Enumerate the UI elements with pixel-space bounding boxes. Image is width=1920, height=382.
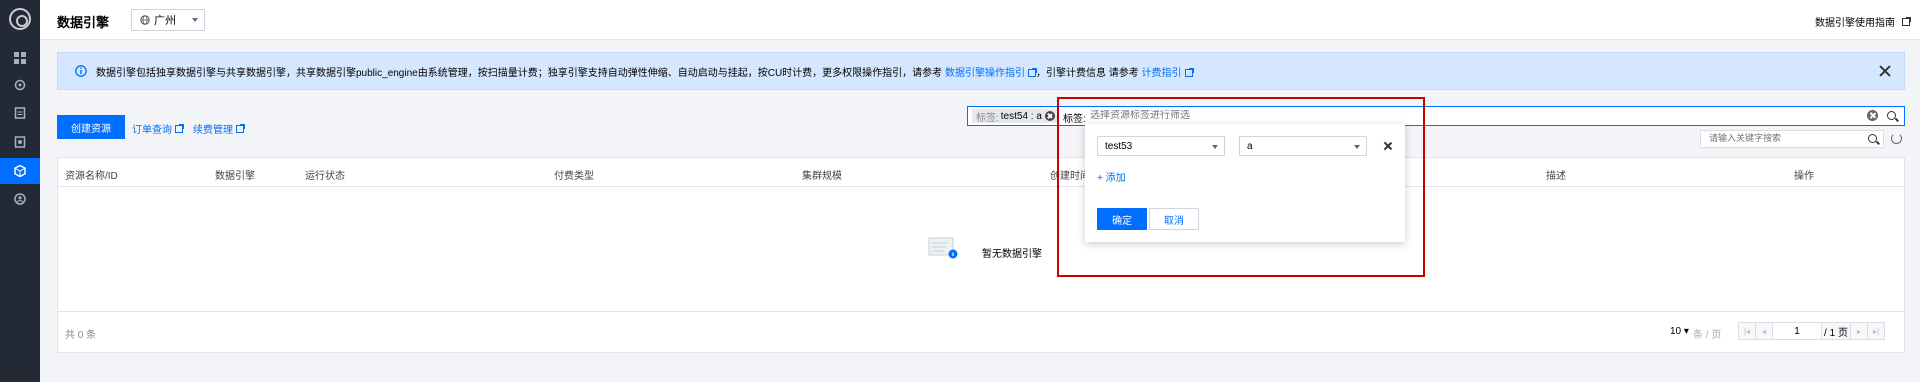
document-icon[interactable] [0, 100, 40, 126]
table-footer: 共 0 条 10 ▾ 条 / 页 |◂ ◂ / 1 页 ▸ ▸| [58, 311, 1904, 353]
external-link-icon [175, 123, 184, 133]
engine-guide-link[interactable]: 数据引擎操作指引 [944, 67, 1037, 79]
next-page-button[interactable]: ▸ [1850, 322, 1868, 340]
page-size-select[interactable]: 10 ▾ [1670, 326, 1689, 337]
refresh-icon[interactable] [1891, 133, 1902, 144]
info-icon [75, 65, 87, 77]
first-page-button[interactable]: |◂ [1738, 322, 1756, 340]
col-data-engine: 数据引擎 [215, 171, 255, 182]
tag-chip[interactable]: 标签: test54 : a [972, 109, 1058, 124]
resource-table: 资源名称/ID 数据引擎 运行状态 付费类型 集群规模 创建时间 描述 操作 暂… [57, 157, 1905, 353]
region-select[interactable]: 广州 [131, 9, 205, 31]
billing-guide-label: 计费指引 [1141, 67, 1182, 79]
notice-banner: 数据引擎包括独享数据引擎与共享数据引擎，共享数据引擎public_engine由… [57, 52, 1905, 90]
external-link-icon [1027, 67, 1037, 77]
order-query-label: 订单查询 [132, 125, 172, 136]
col-resource-name: 资源名称/ID [65, 171, 118, 182]
page-title: 数据引擎 [57, 15, 110, 30]
guide-link[interactable]: 数据引擎使用指南 [1815, 14, 1911, 29]
clear-icon[interactable] [1867, 110, 1878, 121]
sidebar [0, 0, 40, 382]
search-icon[interactable] [0, 72, 40, 98]
pagination: |◂ ◂ / 1 页 ▸ ▸| [1738, 322, 1885, 340]
create-resource-button[interactable]: 创建资源 [57, 115, 125, 139]
highlight-box [1057, 97, 1425, 277]
page-size-unit: 条 / 页 [1693, 330, 1722, 341]
last-page-button[interactable]: ▸| [1867, 322, 1885, 340]
region-label: 广州 [154, 15, 176, 27]
renew-label: 续费管理 [193, 125, 233, 136]
col-pay-type: 付费类型 [554, 171, 594, 182]
col-cluster-size: 集群规模 [802, 171, 842, 182]
engine-icon[interactable] [0, 158, 40, 184]
prev-page-button[interactable]: ◂ [1755, 322, 1773, 340]
order-query-link[interactable]: 订单查询 [132, 121, 184, 136]
total-count: 共 0 条 [65, 330, 97, 341]
total-pages: / 1 页 [1821, 322, 1851, 340]
external-link-icon [236, 123, 245, 133]
col-actions: 操作 [1794, 171, 1814, 182]
logo-icon[interactable] [9, 8, 31, 30]
chevron-down-icon [192, 18, 198, 22]
notice-text: 数据引擎包括独享数据引擎与共享数据引擎，共享数据引擎public_engine由… [96, 64, 1194, 79]
table-header: 资源名称/ID 数据引擎 运行状态 付费类型 集群规模 创建时间 描述 操作 [58, 158, 1904, 187]
globe-icon [140, 15, 150, 25]
search-icon[interactable] [1868, 134, 1877, 143]
tag-chip-key: 标签: [976, 112, 999, 124]
keyword-search-input[interactable] [1709, 133, 1859, 143]
keyword-search[interactable] [1700, 130, 1884, 148]
empty-data-icon [928, 237, 958, 259]
close-icon[interactable] [1878, 64, 1892, 78]
top-header: 数据引擎 广州 数据引擎使用指南 [40, 0, 1920, 40]
external-link-icon [1184, 67, 1194, 77]
billing-guide-link[interactable]: 计费指引 [1141, 67, 1194, 79]
page-input[interactable] [1772, 322, 1822, 340]
notice-mid: ，引擎计费信息 请参考 [1035, 67, 1139, 79]
search-icon[interactable] [1887, 111, 1896, 120]
renew-link[interactable]: 续费管理 [193, 121, 245, 136]
col-status: 运行状态 [305, 171, 345, 182]
tag-chip-value: test54 : a [1000, 110, 1042, 122]
guide-link-label: 数据引擎使用指南 [1815, 18, 1895, 29]
remove-chip-icon[interactable] [1044, 111, 1055, 121]
report-icon[interactable] [0, 129, 40, 155]
engine-guide-label: 数据引擎操作指引 [944, 67, 1025, 79]
user-icon[interactable] [0, 186, 40, 212]
empty-text: 暂无数据引擎 [982, 249, 1042, 260]
external-link-icon [1902, 16, 1911, 26]
grid-icon[interactable] [0, 45, 40, 71]
page-size-value: 10 [1670, 326, 1682, 337]
col-description: 描述 [1546, 171, 1566, 182]
notice-body: 数据引擎包括独享数据引擎与共享数据引擎，共享数据引擎public_engine由… [96, 67, 943, 79]
